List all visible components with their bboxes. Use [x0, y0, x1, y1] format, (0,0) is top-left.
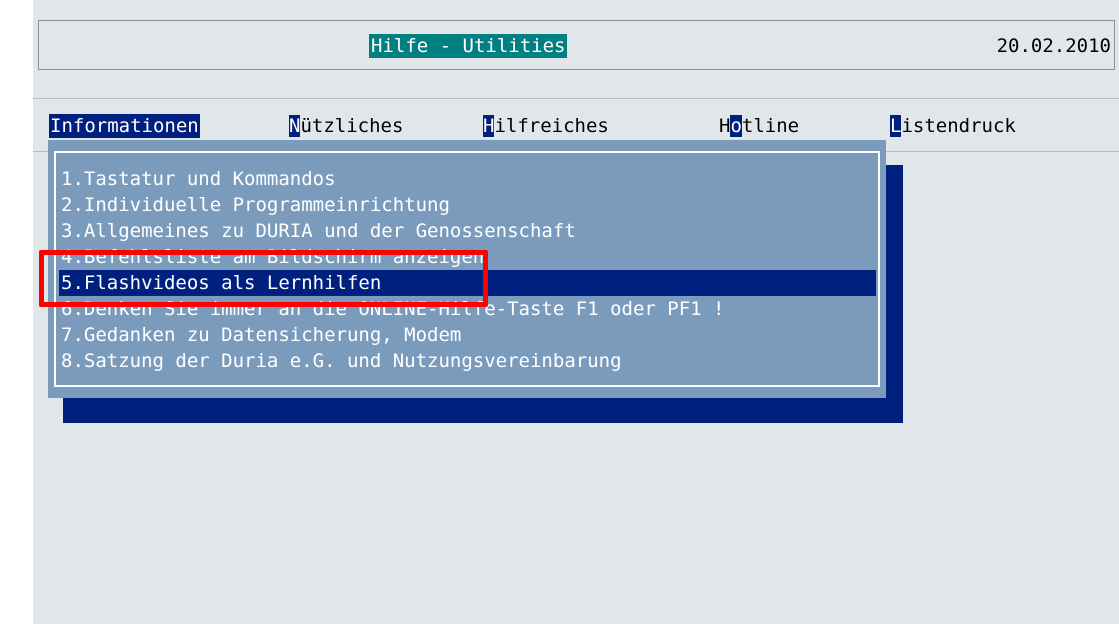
title-bar: Hilfe - Utilities 20.02.2010 — [38, 20, 1115, 70]
menu-hotkey: o — [730, 115, 742, 137]
dropdown-item-allgemeines[interactable]: 3.Allgemeines zu DURIA und der Genossens… — [59, 218, 876, 244]
menu-nuetzliches[interactable]: Nützliches — [289, 114, 403, 138]
menu-hotline[interactable]: Hotline — [719, 114, 799, 138]
menu-hotkey: I — [50, 115, 62, 137]
menu-label: nformationen — [61, 115, 199, 137]
menu-label-prefix: H — [719, 115, 731, 137]
menu-hotkey: H — [483, 115, 495, 137]
dropdown-item-satzung[interactable]: 8.Satzung der Duria e.G. und Nutzungsver… — [59, 348, 876, 374]
menu-hotkey: L — [890, 115, 902, 137]
menu-hilfreiches[interactable]: Hilfreiches — [483, 114, 609, 138]
dropdown-item-online-hilfe[interactable]: 6.Denken Sie immer an die ONLINE-Hilfe-T… — [59, 296, 876, 322]
menu-label: tline — [741, 115, 800, 137]
menu-label: ützliches — [300, 115, 404, 137]
app-title: Hilfe - Utilities — [369, 34, 568, 58]
dropdown-item-befehlsliste[interactable]: 4.Befehlsliste am Bildschirm anzeigen — [59, 244, 876, 270]
menu-informationen[interactable]: Informationen — [49, 114, 200, 138]
dropdown-item-flashvideos[interactable]: 5.Flashvideos als Lernhilfen — [59, 270, 876, 296]
dropdown-item-tastatur[interactable]: 1.Tastatur und Kommandos — [59, 166, 876, 192]
menu-listendruck[interactable]: Listendruck — [890, 114, 1016, 138]
dropdown-list: 1.Tastatur und Kommandos 2.Individuelle … — [59, 166, 876, 374]
date-display: 20.02.2010 — [996, 35, 1111, 57]
informationen-dropdown: 1.Tastatur und Kommandos 2.Individuelle … — [48, 140, 886, 398]
menu-label: istendruck — [901, 115, 1016, 137]
dropdown-item-datensicherung[interactable]: 7.Gedanken zu Datensicherung, Modem — [59, 322, 876, 348]
menu-label: ilfreiches — [494, 115, 609, 137]
dropdown-item-programmeinrichtung[interactable]: 2.Individuelle Programmeinrichtung — [59, 192, 876, 218]
menu-hotkey: N — [289, 115, 301, 137]
